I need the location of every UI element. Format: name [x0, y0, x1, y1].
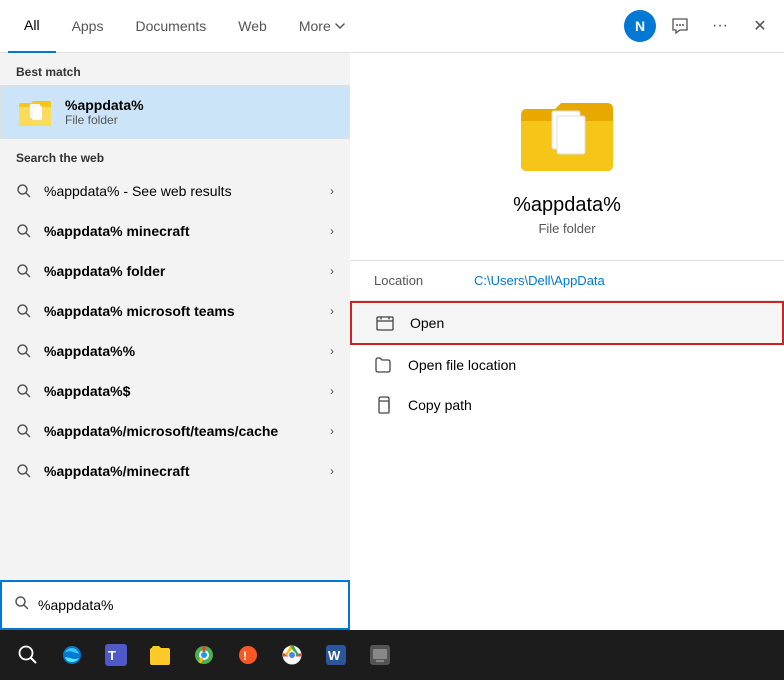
search-icon-1: [16, 223, 32, 239]
search-icon-7: [16, 463, 32, 479]
web-result-text-0: %appdata% - See web results: [44, 183, 330, 199]
taskbar-misc[interactable]: [360, 635, 400, 675]
right-panel: %appdata% File folder Location C:\Users\…: [350, 53, 784, 630]
search-icon-0: [16, 183, 32, 199]
folder-icon: [17, 97, 53, 127]
top-nav: All Apps Documents Web More N ··· ✕: [0, 0, 784, 53]
location-row: Location C:\Users\Dell\AppData: [350, 261, 784, 301]
web-result-text-1: %appdata% minecraft: [44, 223, 330, 239]
best-match-text: %appdata% File folder: [65, 97, 333, 127]
best-match-title: %appdata%: [65, 97, 333, 113]
tab-all[interactable]: All: [8, 0, 56, 53]
web-result-3[interactable]: %appdata% microsoft teams ›: [0, 291, 350, 331]
arrow-icon-6: ›: [330, 424, 334, 438]
search-icon-3: [16, 303, 32, 319]
avatar[interactable]: N: [624, 10, 656, 42]
action-open[interactable]: Open: [350, 301, 784, 345]
web-result-4[interactable]: %appdata%% ›: [0, 331, 350, 371]
svg-text:W: W: [328, 648, 341, 663]
best-match-subtitle: File folder: [65, 113, 333, 127]
arrow-icon-0: ›: [330, 184, 334, 198]
web-result-6[interactable]: %appdata%/microsoft/teams/cache ›: [0, 411, 350, 451]
main-layout: Best match %appdata% File folder Search …: [0, 53, 784, 630]
arrow-icon-2: ›: [330, 264, 334, 278]
web-result-1[interactable]: %appdata% minecraft ›: [0, 211, 350, 251]
action-copy-path-label: Copy path: [408, 397, 472, 413]
search-bar: [0, 580, 350, 630]
nav-right: N ··· ✕: [624, 10, 776, 42]
action-open-label: Open: [410, 315, 444, 331]
taskbar-chrome2[interactable]: [272, 635, 312, 675]
search-icon-4: [16, 343, 32, 359]
chevron-down-icon: [335, 21, 345, 31]
arrow-icon-5: ›: [330, 384, 334, 398]
taskbar-antivirus[interactable]: !: [228, 635, 268, 675]
open-file-location-icon: [374, 355, 394, 375]
web-result-0[interactable]: %appdata% - See web results ›: [0, 171, 350, 211]
taskbar-search[interactable]: [8, 635, 48, 675]
web-result-7[interactable]: %appdata%/minecraft ›: [0, 451, 350, 491]
action-list: Open Open file location: [350, 301, 784, 425]
search-icon-6: [16, 423, 32, 439]
more-options-icon[interactable]: ···: [704, 10, 736, 42]
location-label: Location: [374, 273, 474, 288]
taskbar-word[interactable]: W: [316, 635, 356, 675]
taskbar-chrome[interactable]: [184, 635, 224, 675]
search-bar-icon: [14, 595, 30, 616]
web-result-text-5: %appdata%$: [44, 383, 330, 399]
tab-more[interactable]: More: [283, 0, 361, 53]
web-section-label: Search the web: [0, 139, 350, 171]
tab-web[interactable]: Web: [222, 0, 283, 53]
action-open-file-location[interactable]: Open file location: [350, 345, 784, 385]
web-result-text-6: %appdata%/microsoft/teams/cache: [44, 423, 330, 439]
search-input[interactable]: [38, 597, 336, 613]
open-icon: [376, 313, 396, 333]
right-panel-subtitle: File folder: [538, 221, 595, 236]
web-result-text-3: %appdata% microsoft teams: [44, 303, 330, 319]
close-icon[interactable]: ✕: [744, 10, 776, 42]
tab-documents[interactable]: Documents: [119, 0, 222, 53]
web-result-text-4: %appdata%%: [44, 343, 330, 359]
action-open-file-location-label: Open file location: [408, 357, 516, 373]
arrow-icon-7: ›: [330, 464, 334, 478]
svg-text:T: T: [108, 648, 116, 663]
web-result-5[interactable]: %appdata%$ ›: [0, 371, 350, 411]
copy-path-icon: [374, 395, 394, 415]
web-result-text-7: %appdata%/minecraft: [44, 463, 330, 479]
action-copy-path[interactable]: Copy path: [350, 385, 784, 425]
feedback-icon[interactable]: [664, 10, 696, 42]
taskbar-teams[interactable]: T: [96, 635, 136, 675]
arrow-icon-4: ›: [330, 344, 334, 358]
right-panel-title: %appdata%: [513, 194, 621, 217]
big-folder-icon: [517, 93, 617, 178]
web-result-2[interactable]: %appdata% folder ›: [0, 251, 350, 291]
search-icon-5: [16, 383, 32, 399]
best-match-label: Best match: [0, 53, 350, 85]
search-icon-2: [16, 263, 32, 279]
location-link[interactable]: C:\Users\Dell\AppData: [474, 273, 605, 288]
best-match-item[interactable]: %appdata% File folder: [0, 85, 350, 139]
arrow-icon-3: ›: [330, 304, 334, 318]
left-panel: Best match %appdata% File folder Search …: [0, 53, 350, 630]
tab-apps[interactable]: Apps: [56, 0, 120, 53]
web-result-text-2: %appdata% folder: [44, 263, 330, 279]
arrow-icon-1: ›: [330, 224, 334, 238]
taskbar-edge[interactable]: [52, 635, 92, 675]
folder-icon-wrapper: [17, 94, 53, 130]
svg-text:!: !: [243, 649, 247, 663]
taskbar: T ! W: [0, 630, 784, 680]
taskbar-files[interactable]: [140, 635, 180, 675]
